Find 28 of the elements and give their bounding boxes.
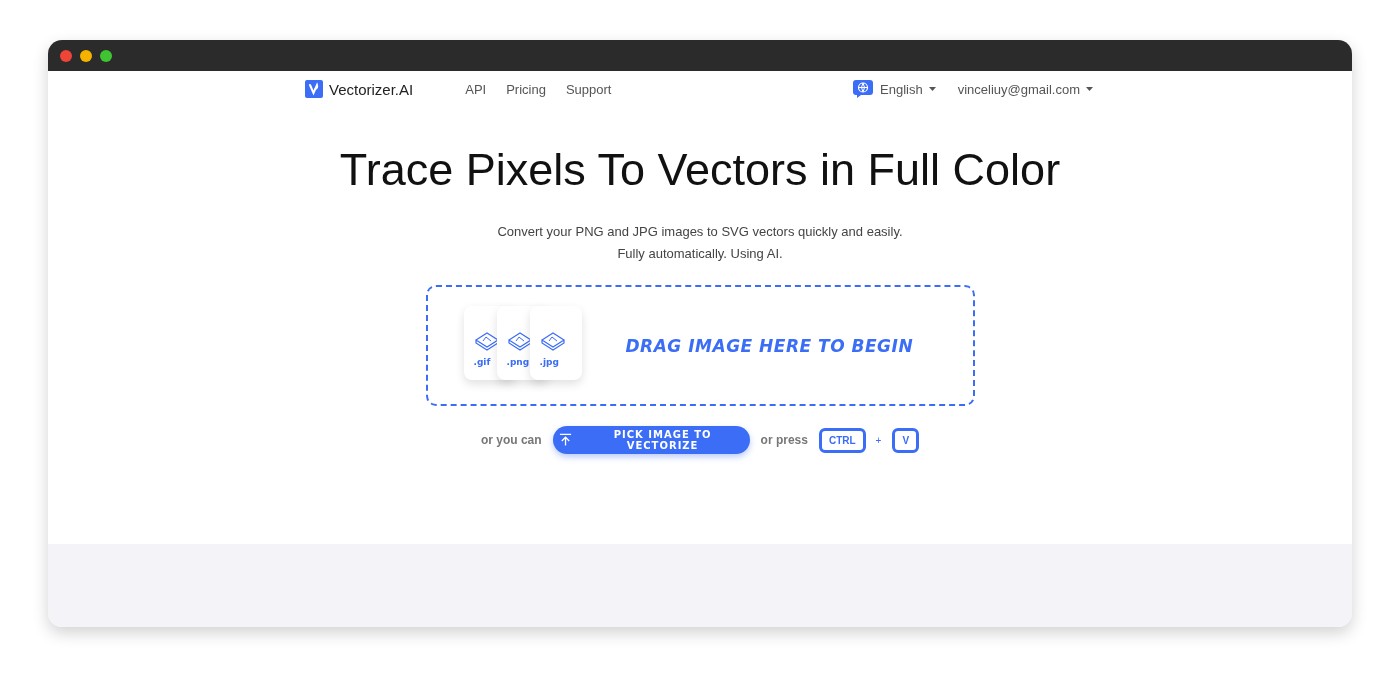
globe-icon [852, 79, 875, 99]
caret-icon [928, 87, 936, 91]
nav-link[interactable]: API [465, 81, 487, 97]
subtitle-text: Fully automatically. Using AI. [616, 245, 784, 263]
keyboard-key: V [892, 427, 920, 453]
plus-sign: + [875, 434, 882, 446]
upload-icon [558, 433, 572, 447]
zoom-window-icon[interactable] [100, 49, 112, 62]
nav-link[interactable]: Support [565, 81, 612, 97]
or-text: or you can [480, 433, 542, 447]
file-type-label: .gif [473, 356, 491, 367]
account-menu[interactable]: vinceliuy@gmail.com [957, 81, 1093, 97]
close-window-icon[interactable] [60, 49, 72, 62]
language-menu[interactable]: English [852, 79, 936, 99]
subtitle-text: Convert your PNG and JPG images to SVG vectors quickly and easily. [496, 223, 904, 241]
logo-link[interactable]: Vectorizer.AI [305, 80, 414, 98]
page-title: Trace Pixels To Vectors in Full Color [338, 145, 1062, 195]
keyboard-key: CTRL [818, 427, 866, 453]
logo-icon [305, 80, 323, 98]
minimize-window-icon[interactable] [80, 49, 92, 62]
nav-link[interactable]: Pricing [506, 81, 546, 97]
caret-icon [1086, 87, 1093, 91]
file-type-label: .png [506, 356, 530, 367]
file-type-label: .jpg [539, 356, 559, 367]
pick-image-button[interactable]: PICK IMAGE TO VECTORIZE [552, 426, 750, 454]
drop-zone[interactable]: .gif .png .jpg DRAG IMAGE HERE TO BEGIN [425, 285, 975, 406]
drop-prompt: DRAG IMAGE HERE TO BEGIN [625, 335, 914, 356]
or-press-text: or press [760, 433, 808, 447]
